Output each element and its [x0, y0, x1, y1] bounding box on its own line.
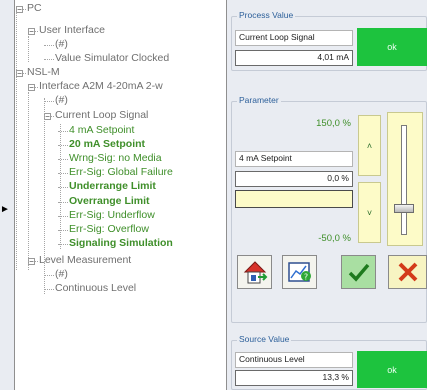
- tree-item[interactable]: PC: [27, 2, 42, 15]
- svg-text:?: ?: [303, 273, 307, 282]
- tree-item[interactable]: Err-Sig: Underflow: [69, 209, 155, 222]
- tree-toggle-icon[interactable]: −: [28, 28, 35, 36]
- process-value-group-label: Process Value: [237, 10, 296, 20]
- value-slider[interactable]: [387, 112, 423, 246]
- tree-toggle-icon[interactable]: −: [28, 258, 35, 266]
- chart-help-button[interactable]: ?: [282, 255, 317, 289]
- process-value-readout: 4,01 mA: [235, 50, 353, 66]
- parameter-max-label: 150,0 %: [316, 118, 351, 129]
- home-exit-icon: [243, 261, 267, 284]
- slider-thumb[interactable]: [394, 203, 414, 213]
- chevron-down-icon: ˅: [366, 207, 373, 218]
- source-status-indicator: ok: [357, 351, 427, 388]
- tree-item[interactable]: Wrng-Sig: no Media: [69, 152, 162, 165]
- tree-item[interactable]: 20 mA Setpoint: [69, 138, 145, 151]
- exit-button[interactable]: [237, 255, 272, 289]
- tree-connector: [44, 289, 54, 290]
- parameter-input[interactable]: [235, 190, 353, 208]
- tree-item[interactable]: Current Loop Signal: [55, 109, 148, 122]
- tree-toggle-icon[interactable]: −: [16, 6, 23, 14]
- tree-item[interactable]: Err-Sig: Global Failure: [69, 166, 173, 179]
- tree-connector: [44, 59, 54, 60]
- tree-toggle-icon[interactable]: −: [28, 84, 35, 92]
- tree-connector: [23, 9, 26, 10]
- process-value-name-field: Current Loop Signal: [235, 30, 353, 46]
- parameter-value-readout: 0,0 %: [235, 171, 353, 187]
- cancel-x-icon: [398, 262, 417, 282]
- navigation-tree[interactable]: − PC − User Interface (#) Value Simulator Clo…: [14, 0, 227, 390]
- tree-item[interactable]: Value Simulator Clocked: [55, 52, 169, 65]
- accept-button[interactable]: [341, 255, 376, 289]
- tree-item[interactable]: Overrange Limit: [69, 195, 150, 208]
- arrow-right-icon: ►: [0, 204, 10, 215]
- tree-connector: [51, 116, 54, 117]
- tree-item[interactable]: Underrange Limit: [69, 180, 156, 193]
- source-value-readout: 13,3 %: [235, 370, 353, 386]
- outer-margin: ►: [0, 0, 14, 390]
- tree-connector: [44, 275, 54, 276]
- tree-connector: [23, 73, 26, 74]
- tree-connector: [44, 101, 54, 102]
- slider-track: [401, 125, 407, 235]
- tree-connector: [44, 45, 54, 46]
- cancel-button[interactable]: [388, 255, 427, 289]
- chevron-up-icon: ˄: [366, 140, 373, 151]
- tree-guide-line: [60, 124, 61, 249]
- decrement-button[interactable]: ˅: [358, 182, 381, 243]
- tree-item[interactable]: Err-Sig: Overflow: [69, 223, 149, 236]
- tree-guide-line: [28, 92, 29, 270]
- chart-help-icon: ?: [287, 262, 311, 282]
- tree-connector: [35, 31, 38, 32]
- tree-guide-line: [44, 98, 45, 294]
- tree-item[interactable]: 4 mA Setpoint: [69, 124, 134, 137]
- tree-item[interactable]: Level Measurement: [39, 254, 131, 267]
- tree-connector: [35, 261, 38, 262]
- process-status-indicator: ok: [357, 28, 427, 66]
- parameter-min-label: -50,0 %: [318, 233, 351, 244]
- increment-button[interactable]: ˄: [358, 115, 381, 176]
- detail-panel: Process Value Current Loop Signal 4,01 m…: [227, 0, 427, 390]
- parameter-group-label: Parameter: [237, 95, 281, 105]
- source-value-name-field: Continuous Level: [235, 352, 353, 368]
- checkmark-icon: [348, 263, 369, 282]
- tree-item[interactable]: (#): [55, 268, 68, 281]
- tree-guide-line: [28, 36, 29, 62]
- tree-toggle-icon[interactable]: −: [16, 70, 23, 78]
- tree-item[interactable]: User Interface: [39, 24, 105, 37]
- tree-item[interactable]: Continuous Level: [55, 282, 136, 295]
- parameter-name-field: 4 mA Setpoint: [235, 151, 353, 167]
- tree-item[interactable]: Interface A2M 4-20mA 2-w: [39, 80, 163, 93]
- tree-guide-line: [16, 12, 17, 270]
- tree-item[interactable]: Signaling Simulation: [69, 237, 173, 250]
- tree-item[interactable]: (#): [55, 38, 68, 51]
- tree-toggle-icon[interactable]: −: [44, 113, 51, 121]
- tree-item[interactable]: (#): [55, 94, 68, 107]
- tree-item[interactable]: NSL-M: [27, 66, 60, 79]
- tree-connector: [35, 87, 38, 88]
- source-value-group-label: Source Value: [237, 334, 292, 344]
